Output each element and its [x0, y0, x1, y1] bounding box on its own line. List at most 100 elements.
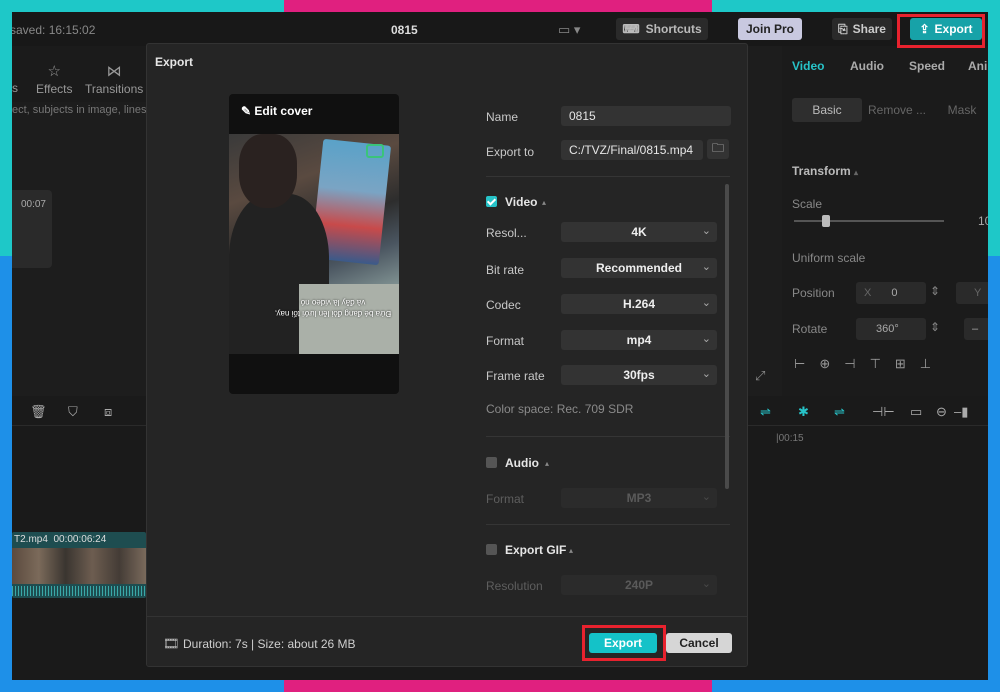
zoom-slider[interactable]: –▮: [954, 404, 968, 420]
subtab-mask[interactable]: Mask: [942, 98, 982, 122]
y-label: Y: [974, 287, 982, 299]
scale-value[interactable]: 10: [978, 214, 988, 228]
chevron-down-icon: ⌄: [701, 225, 711, 237]
clip-duration: 00:00:06:24: [53, 534, 107, 545]
export-top-label: Export: [934, 22, 973, 36]
frame-pink-bottom: [284, 680, 712, 692]
bitrate-label: Bit rate: [486, 263, 525, 277]
position-x-input[interactable]: X0: [856, 282, 926, 304]
settings-scrollbar[interactable]: [725, 184, 729, 489]
audio-collapse-icon[interactable]: ▴: [545, 459, 549, 468]
align-top-icon[interactable]: ⊤: [870, 356, 881, 372]
tab-speed[interactable]: Speed: [909, 59, 945, 73]
scale-slider[interactable]: [794, 215, 944, 227]
format-select[interactable]: mp4 ⌄: [561, 330, 717, 350]
split-icon[interactable]: ⊣⊢: [872, 404, 895, 420]
audio-waveform: [12, 586, 146, 596]
edit-cover-button[interactable]: ✎ Edit cover: [241, 104, 312, 118]
tab-audio[interactable]: Audio: [850, 59, 884, 73]
folder-icon[interactable]: 🗀: [707, 139, 729, 159]
magnet-icon[interactable]: ✱: [798, 404, 809, 420]
export-path-input[interactable]: C:/TVZ/Final/0815.mp4: [561, 140, 703, 160]
shortcuts-button[interactable]: ⌨ Shortcuts: [616, 18, 708, 40]
delete-icon[interactable]: 🗑: [30, 404, 47, 420]
subtab-remove[interactable]: Remove ...: [866, 98, 928, 122]
transform-label: Transform: [792, 164, 851, 178]
divider: [486, 524, 730, 525]
bitrate-value: Recommended: [595, 261, 683, 275]
resolution-select[interactable]: 4K ⌄: [561, 222, 717, 242]
framerate-select[interactable]: 30fps ⌄: [561, 365, 717, 385]
crop-icon[interactable]: ⧈: [104, 404, 112, 420]
tool-stickers[interactable]: rs: [12, 62, 18, 95]
gif-resolution-select[interactable]: 240P ⌄: [561, 575, 717, 595]
x-label: X: [864, 287, 872, 299]
tab-video[interactable]: Video: [792, 59, 824, 73]
export-confirm-button[interactable]: Export: [589, 633, 657, 653]
align-bottom-icon[interactable]: ⊥: [920, 356, 931, 372]
duration-size-info: Duration: 7s | Size: about 26 MB: [183, 637, 356, 651]
gif-collapse-icon[interactable]: ▴: [569, 546, 573, 555]
top-bar: saved: 16:15:02 0815 ▭ ▾ ⌨ Shortcuts Join…: [12, 12, 988, 46]
tool-effects[interactable]: ☆ Effects: [36, 62, 72, 96]
codec-label: Codec: [486, 298, 521, 312]
tool-label: Effects: [36, 82, 73, 96]
gif-checkbox[interactable]: [486, 544, 497, 555]
chevron-down-icon: ⌄: [701, 297, 711, 309]
audio-checkbox[interactable]: [486, 457, 497, 468]
scale-label: Scale: [792, 197, 823, 211]
saved-status: saved: 16:15:02: [12, 23, 96, 37]
tool-transitions[interactable]: ⋈ Transitions: [85, 62, 143, 96]
scale-slider-knob[interactable]: [822, 215, 830, 227]
subtab-basic[interactable]: Basic: [792, 98, 862, 122]
share-button[interactable]: ⎘ Share: [832, 18, 892, 40]
zoom-out-icon[interactable]: ⊖: [936, 404, 947, 420]
rotate-flip-button[interactable]: –: [964, 318, 988, 340]
audio-section-label: Audio: [505, 456, 539, 470]
gif-resolution-label: Resolution: [486, 579, 543, 593]
shield-icon[interactable]: ⛉: [68, 404, 78, 420]
export-to-label: Export to: [486, 145, 535, 159]
color-space-text: Color space: Rec. 709 SDR: [486, 402, 634, 416]
x-value: 0: [891, 287, 898, 299]
resolution-label: Resol...: [486, 226, 527, 240]
snap-icon[interactable]: ⇌: [834, 404, 845, 420]
shortcuts-label: Shortcuts: [645, 22, 702, 36]
format-label: Format: [486, 334, 525, 348]
position-x-stepper[interactable]: ⇕: [930, 284, 940, 298]
properties-panel: Video Audio Speed Ani Basic Remove ... M…: [782, 46, 988, 396]
audio-format-select[interactable]: MP3 ⌄: [561, 488, 717, 508]
align-left-icon[interactable]: ⊢: [794, 356, 805, 372]
join-pro-button[interactable]: Join Pro: [738, 18, 802, 40]
stickers-icon: [12, 62, 18, 79]
preview-icon[interactable]: ▭: [910, 404, 922, 420]
film-icon: 🎞: [163, 636, 180, 651]
chevron-down-icon: ⌄: [701, 491, 711, 503]
tab-animation[interactable]: Ani: [968, 59, 987, 73]
codec-select[interactable]: H.264 ⌄: [561, 294, 717, 314]
name-input[interactable]: 0815: [561, 106, 731, 126]
cover-preview[interactable]: ✎ Edit cover Đứa bé đang đòi lên lưới tố…: [229, 94, 399, 394]
resolution-value: 4K: [631, 225, 647, 239]
fullscreen-icon[interactable]: ⤢: [755, 368, 765, 384]
bitrate-select[interactable]: Recommended ⌄: [561, 258, 717, 278]
video-checkbox[interactable]: [486, 196, 497, 207]
rotate-stepper[interactable]: ⇕: [930, 320, 940, 334]
link-icon[interactable]: ⇌: [760, 404, 771, 420]
position-y-input[interactable]: Y: [956, 282, 988, 304]
align-middle-icon[interactable]: ⊞: [895, 356, 906, 372]
align-right-icon[interactable]: ⊣: [844, 356, 855, 372]
align-center-icon[interactable]: ⊕: [819, 356, 830, 372]
media-clip-card[interactable]: 00:07: [12, 190, 52, 268]
video-collapse-icon[interactable]: ▴: [542, 198, 546, 207]
layout-icon[interactable]: ▭ ▾: [558, 22, 580, 38]
video-track-clip[interactable]: T2.mp4 00:00:06:24: [12, 532, 146, 598]
export-icon: ⇪: [919, 22, 930, 36]
clip-label: T2.mp4 00:00:06:24: [14, 534, 106, 545]
export-top-button[interactable]: ⇪ Export: [910, 18, 982, 40]
audio-format-label: Format: [486, 492, 525, 506]
rotate-input[interactable]: 360°: [856, 318, 926, 340]
cancel-button[interactable]: Cancel: [666, 633, 732, 653]
keyboard-icon: ⌨: [622, 22, 640, 36]
person-head: [239, 134, 297, 208]
